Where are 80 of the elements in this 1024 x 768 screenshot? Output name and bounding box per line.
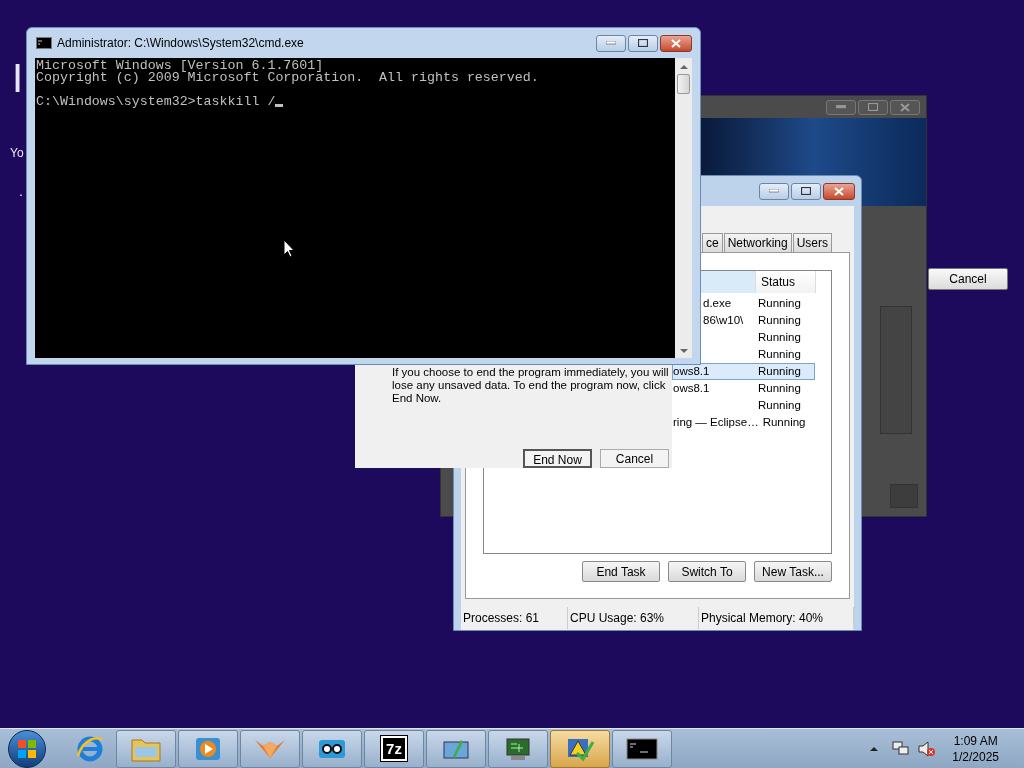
mouse-pointer-icon xyxy=(283,239,295,258)
process-status: Running xyxy=(757,312,802,328)
taskbar-button[interactable] xyxy=(488,729,548,768)
process-status: Running xyxy=(757,380,802,396)
status-text: Physical Memory: 40% xyxy=(699,607,854,629)
muted-speaker-icon[interactable] xyxy=(918,740,937,757)
process-name: ows8.1 xyxy=(673,381,710,394)
process-status: Running xyxy=(757,329,802,345)
taskbar-button[interactable] xyxy=(302,729,362,768)
tab[interactable]: Networking xyxy=(723,233,792,252)
restore-icon xyxy=(868,103,878,111)
console-icon xyxy=(626,737,658,760)
console-line: Copyright (c) 2009 Microsoft Corporation. All rights reserved. xyxy=(36,72,539,84)
close-button[interactable] xyxy=(660,34,692,52)
close-button[interactable] xyxy=(823,182,855,200)
process-row[interactable]: Running xyxy=(672,397,815,414)
close-icon xyxy=(671,38,681,48)
maximize-button[interactable] xyxy=(628,34,658,52)
process-name: d.exe xyxy=(703,296,732,309)
restore-icon xyxy=(801,187,811,195)
process-name: 86\w10\ xyxy=(703,313,744,326)
status-text: CPU Usage: 63% xyxy=(568,607,699,629)
windows-logo-icon xyxy=(17,738,37,759)
dialog-button[interactable]: End Now xyxy=(523,449,592,468)
action-button[interactable]: Switch To xyxy=(668,561,746,582)
action-button[interactable]: End Task xyxy=(582,561,660,582)
archive-logo: 7z xyxy=(381,736,407,761)
clock[interactable]: 1:09 AM 1/2/2025 xyxy=(952,732,1024,765)
console-line: Microsoft Windows [Version 6.1.7601] xyxy=(36,60,324,72)
close-icon xyxy=(900,102,910,112)
tab[interactable]: Users xyxy=(792,233,832,252)
console-line: C:\Windows\system32>taskkill / xyxy=(36,96,276,108)
process-name: ows8.1 xyxy=(673,364,710,377)
minimize-button[interactable] xyxy=(826,99,856,115)
media-player-icon xyxy=(195,735,221,762)
background-heading: I xyxy=(12,58,24,98)
process-status: Running xyxy=(757,346,802,362)
process-row[interactable]: Running xyxy=(702,329,815,346)
taskbar-button[interactable]: 7z xyxy=(364,729,424,768)
console-icon xyxy=(36,37,52,49)
action-button[interactable]: New Task... xyxy=(754,561,832,582)
process-row[interactable]: ows8.1 Running xyxy=(672,363,815,380)
show-hidden-icons-icon[interactable] xyxy=(870,745,879,752)
background-text: Yo xyxy=(10,147,24,159)
start-button[interactable] xyxy=(8,729,46,768)
process-row[interactable]: 86\w10\ Running xyxy=(702,312,815,329)
process-row[interactable]: d.exe Running xyxy=(702,295,815,312)
column-header[interactable]: Status xyxy=(756,271,816,293)
process-row[interactable]: ows8.1 Running xyxy=(672,380,815,397)
tab[interactable]: ce xyxy=(701,233,723,252)
process-status: Running xyxy=(761,414,807,430)
scroll-thumb[interactable] xyxy=(677,74,690,94)
background-text: . xyxy=(19,184,23,198)
network-icon[interactable] xyxy=(892,740,911,757)
cancel-button[interactable]: Cancel xyxy=(928,268,1008,290)
process-status: Running xyxy=(757,397,802,413)
close-icon xyxy=(834,186,844,196)
close-button[interactable] xyxy=(890,99,920,115)
process-row[interactable]: ring — Eclipse… Running xyxy=(672,414,820,431)
progress-track xyxy=(890,484,918,508)
clock-time: 1:09 AM xyxy=(953,732,998,749)
status-text: Processes: 61 xyxy=(461,607,568,629)
warning-message: If you choose to end the program immediately, you will lose any unsaved data. To end the program now, click End Now. xyxy=(392,365,670,405)
maximize-button[interactable] xyxy=(791,182,821,200)
scroll-up-icon xyxy=(679,64,688,70)
circuit-monitor-icon xyxy=(503,735,533,762)
dialog-button[interactable]: Cancel xyxy=(600,449,669,468)
restore-icon xyxy=(638,39,648,47)
scroll-down-icon xyxy=(679,348,688,354)
clock-date: 1/2/2025 xyxy=(952,748,999,765)
process-name: ring — Eclipse… xyxy=(673,415,759,428)
process-status: Running xyxy=(757,363,802,379)
text-cursor xyxy=(275,104,284,107)
process-row[interactable]: Running xyxy=(702,346,815,363)
minimize-icon xyxy=(769,189,779,193)
taskbar-button[interactable] xyxy=(612,729,672,768)
minimize-icon xyxy=(606,41,616,45)
process-status: Running xyxy=(757,295,802,311)
window-title: Administrator: C:\Windows\System32\cmd.exe xyxy=(57,35,304,52)
minimize-icon xyxy=(836,105,846,109)
